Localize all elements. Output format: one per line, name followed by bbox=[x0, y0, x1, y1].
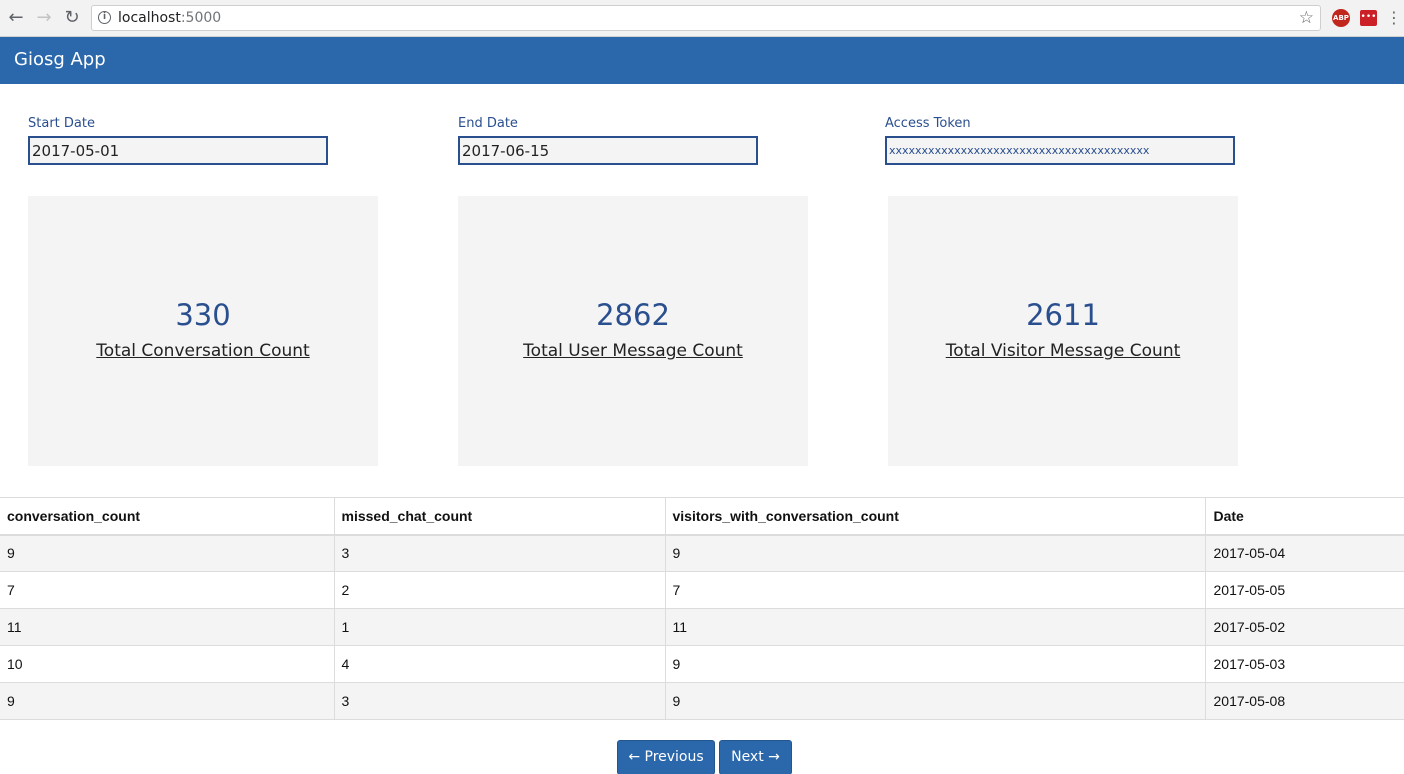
column-header[interactable]: Date bbox=[1205, 498, 1404, 535]
table-cell: 2017-05-02 bbox=[1213, 619, 1286, 635]
table-row: 9 3 9 2017-05-04 bbox=[0, 534, 1404, 572]
table-cell: 11 bbox=[0, 608, 335, 646]
table-cell: 4 bbox=[334, 645, 666, 683]
table-row: 7 2 7 2017-05-05 bbox=[0, 571, 1404, 609]
stats-cards: 330 Total Conversation Count 2862 Total … bbox=[0, 196, 1404, 497]
access-token-field: Access Token bbox=[885, 116, 1235, 165]
url-host: localhost bbox=[118, 10, 181, 26]
start-date-label: Start Date bbox=[28, 116, 95, 131]
column-header[interactable]: missed_chat_count bbox=[334, 497, 666, 535]
conversation-table: conversation_count missed_chat_count vis… bbox=[0, 497, 1404, 720]
table-cell: 10 bbox=[0, 645, 335, 683]
app-brand[interactable]: Giosg App bbox=[0, 37, 106, 70]
table-cell: 9 bbox=[665, 645, 1206, 683]
previous-button[interactable]: ← Previous bbox=[617, 740, 715, 774]
url-port: :5000 bbox=[180, 10, 222, 26]
table-cell: 9 bbox=[665, 534, 1206, 572]
table-cell: 2017-05-03 bbox=[1213, 656, 1286, 672]
lastpass-extension-icon[interactable]: ••• bbox=[1360, 10, 1377, 26]
reload-icon[interactable]: ↻ bbox=[62, 7, 82, 29]
adblock-extension-icon[interactable]: ABP bbox=[1332, 9, 1350, 27]
end-date-input[interactable] bbox=[458, 136, 758, 165]
table-row: 9 3 9 2017-05-08 bbox=[0, 682, 1404, 720]
stat-link-user-messages[interactable]: Total User Message Count bbox=[523, 341, 743, 361]
table-cell: 2017-05-05 bbox=[1213, 582, 1286, 598]
browser-toolbar: ← → ↻ i localhost:5000 ☆ ABP ••• ⋮ bbox=[0, 0, 1404, 37]
table-cell: 2017-05-08 bbox=[1213, 693, 1286, 709]
stat-card-visitor-messages: 2611 Total Visitor Message Count bbox=[888, 196, 1238, 466]
table-cell: 7 bbox=[0, 571, 335, 609]
table-cell: 9 bbox=[665, 682, 1206, 720]
stat-value: 330 bbox=[175, 298, 231, 332]
column-header[interactable]: conversation_count bbox=[0, 497, 335, 535]
table-cell: 3 bbox=[334, 534, 666, 572]
stat-link-conversations[interactable]: Total Conversation Count bbox=[96, 341, 309, 361]
next-button[interactable]: Next → bbox=[719, 740, 792, 774]
filter-form: Start Date End Date Access Token bbox=[0, 84, 1404, 196]
pagination: ← Previous Next → bbox=[0, 720, 1404, 774]
start-date-input[interactable] bbox=[28, 136, 328, 165]
app-navbar: Giosg App bbox=[0, 37, 1404, 84]
table-row: 11 1 11 2017-05-02 bbox=[0, 608, 1404, 646]
address-bar[interactable]: i localhost:5000 ☆ bbox=[91, 5, 1321, 31]
table-cell: 9 bbox=[0, 534, 335, 572]
stat-card-user-messages: 2862 Total User Message Count bbox=[458, 196, 808, 466]
access-token-label: Access Token bbox=[885, 116, 971, 131]
access-token-input[interactable] bbox=[885, 136, 1235, 165]
menu-kebab-icon[interactable]: ⋮ bbox=[1386, 8, 1402, 27]
start-date-field: Start Date bbox=[28, 116, 328, 165]
forward-arrow-icon[interactable]: → bbox=[34, 7, 54, 29]
column-header[interactable]: visitors_with_conversation_count bbox=[665, 497, 1206, 535]
table-cell: 9 bbox=[0, 682, 335, 720]
stat-link-visitor-messages[interactable]: Total Visitor Message Count bbox=[946, 341, 1181, 361]
table-cell: 1 bbox=[334, 608, 666, 646]
stat-card-conversations: 330 Total Conversation Count bbox=[28, 196, 378, 466]
stat-value: 2862 bbox=[596, 298, 670, 332]
stat-value: 2611 bbox=[1026, 298, 1100, 332]
back-arrow-icon[interactable]: ← bbox=[6, 7, 26, 29]
table-cell: 11 bbox=[665, 608, 1206, 646]
table-cell: 2 bbox=[334, 571, 666, 609]
table-cell: 7 bbox=[665, 571, 1206, 609]
info-icon[interactable]: i bbox=[98, 11, 111, 24]
bookmark-star-icon[interactable]: ☆ bbox=[1299, 8, 1314, 28]
table-header-row: conversation_count missed_chat_count vis… bbox=[0, 497, 1404, 535]
table-cell: 3 bbox=[334, 682, 666, 720]
table-row: 10 4 9 2017-05-03 bbox=[0, 645, 1404, 683]
url-text[interactable]: localhost:5000 bbox=[118, 10, 221, 26]
end-date-field: End Date bbox=[458, 116, 758, 165]
end-date-label: End Date bbox=[458, 116, 518, 131]
table-cell: 2017-05-04 bbox=[1213, 545, 1286, 562]
